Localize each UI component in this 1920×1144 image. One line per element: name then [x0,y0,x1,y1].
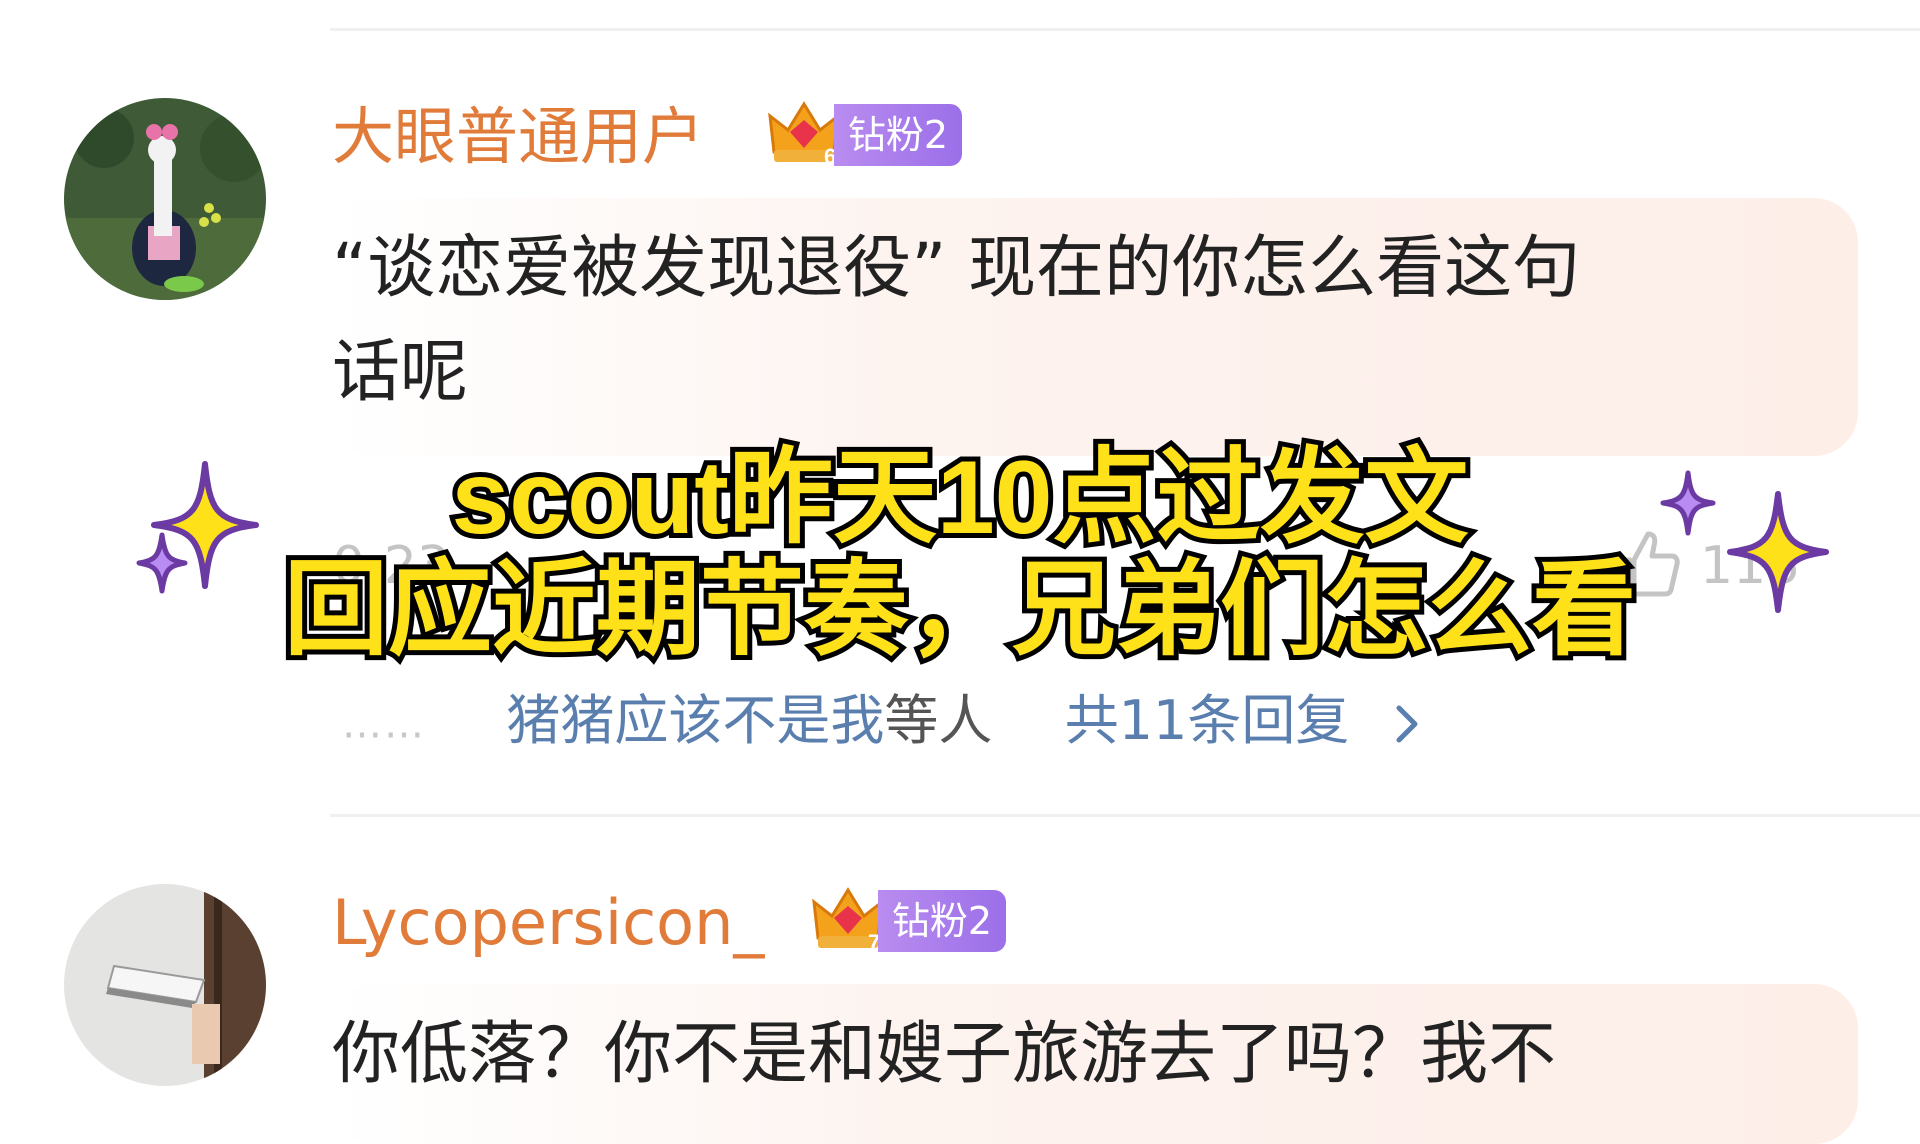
avatar[interactable] [64,884,266,1086]
sparkle-icon [1727,491,1829,613]
reply-dots: …… [342,701,426,748]
fan-badge[interactable]: 钻粉2 [878,890,1006,952]
fan-badge[interactable]: 钻粉2 [834,104,962,166]
sparkle-icon [136,532,188,594]
reply-text: 等人 [884,689,993,752]
username[interactable]: Lycopersicon_ [332,892,764,954]
comment-divider [330,814,1920,817]
avatar[interactable] [64,98,266,300]
comment-text-line: “谈恋爱被发现退役” 现在的你怎么看这句 [332,229,1581,308]
comment-text-line: 话呢 [332,333,469,412]
top-divider [330,28,1920,31]
reply-username[interactable]: 猪猪应该不是我 [506,689,884,752]
overlay-caption-line2: 回应近期节奏，兄弟们怎么看 [279,552,1641,668]
username[interactable]: 大眼普通用户 [332,106,704,168]
reply-preview[interactable]: …… 猪猪应该不是我等人 共11条回复 [342,676,1425,755]
comment-text-line: 你低落？你不是和嫂子旅游去了吗？我不 [332,1015,1557,1094]
sparkle-icon [1660,470,1716,536]
crown-icon: 7 [812,887,884,955]
overlay-caption-line1: scout昨天10点过发文 [446,440,1473,556]
chevron-right-icon [1396,705,1418,743]
reply-count-link[interactable]: 共11条回复 [1065,689,1350,752]
crown-icon: 6 [768,101,840,169]
